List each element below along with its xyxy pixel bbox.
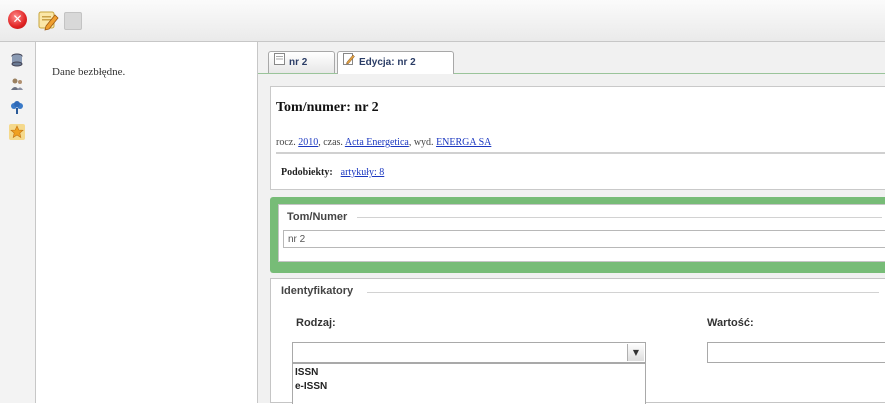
tab-bar: nr 2 Edycja: nr 2 (258, 42, 885, 74)
close-icon[interactable]: ✕ (8, 10, 27, 29)
messages-panel: Dane bezbłędne. (36, 42, 258, 403)
edit-document-icon (343, 52, 355, 73)
wartosc-input[interactable] (707, 342, 885, 363)
year-link[interactable]: 2010 (298, 137, 318, 148)
publisher-link[interactable]: ENERGA SA (436, 137, 491, 148)
chevron-down-icon[interactable]: ▼ (627, 344, 644, 361)
journal-link[interactable]: Acta Energetica (345, 137, 409, 148)
divider (367, 292, 879, 293)
articles-link[interactable]: artykuły: 8 (341, 167, 385, 178)
subobjects-label: Podobiekty: (281, 167, 333, 178)
people-icon[interactable] (9, 76, 25, 92)
wartosc-label: Wartość: (707, 317, 754, 329)
tab-edit-label: Edycja: nr 2 (359, 57, 416, 69)
tree-icon[interactable] (9, 100, 25, 116)
identyfikatory-fieldset: Identyfikatory Rodzaj: Wartość: ▼ ISSN e… (270, 278, 885, 404)
rodzaj-label: Rodzaj: (296, 317, 336, 329)
dropdown-option-issn[interactable]: ISSN (293, 366, 645, 380)
divider (357, 217, 882, 218)
page-title: Tom/numer: nr 2 (276, 100, 379, 115)
toolbar: ✕ (0, 0, 885, 42)
identyfikatory-legend: Identyfikatory (281, 285, 354, 297)
disabled-icon (64, 12, 82, 30)
star-icon[interactable] (9, 124, 25, 140)
icon-sidebar (0, 42, 36, 403)
subobjects: Podobiekty: artykuły: 8 (281, 167, 384, 178)
status-message: Dane bezbłędne. (52, 66, 126, 78)
tom-numer-legend: Tom/Numer (287, 211, 348, 223)
rodzaj-dropdown-list: ISSN e-ISSN (292, 363, 646, 404)
dropdown-option-e-issn[interactable]: e-ISSN (293, 380, 645, 394)
edit-icon[interactable] (37, 9, 59, 31)
record-header: Tom/numer: nr 2 rocz. 2010, czas. Acta E… (270, 86, 885, 190)
tab-view[interactable]: nr 2 (268, 51, 335, 73)
active-section: Tom/Numer (270, 197, 885, 273)
divider (276, 152, 885, 154)
tab-view-label: nr 2 (289, 57, 308, 69)
tab-edit[interactable]: Edycja: nr 2 (337, 51, 454, 74)
record-meta: rocz. 2010, czas. Acta Energetica, wyd. … (276, 137, 492, 148)
document-icon (274, 52, 285, 73)
main-area: nr 2 Edycja: nr 2 Tom/numer: nr 2 rocz. … (258, 42, 885, 404)
database-icon[interactable] (9, 52, 25, 68)
rodzaj-select[interactable]: ▼ (292, 342, 646, 363)
tom-numer-input[interactable] (283, 230, 885, 248)
tom-numer-fieldset: Tom/Numer (278, 204, 885, 262)
